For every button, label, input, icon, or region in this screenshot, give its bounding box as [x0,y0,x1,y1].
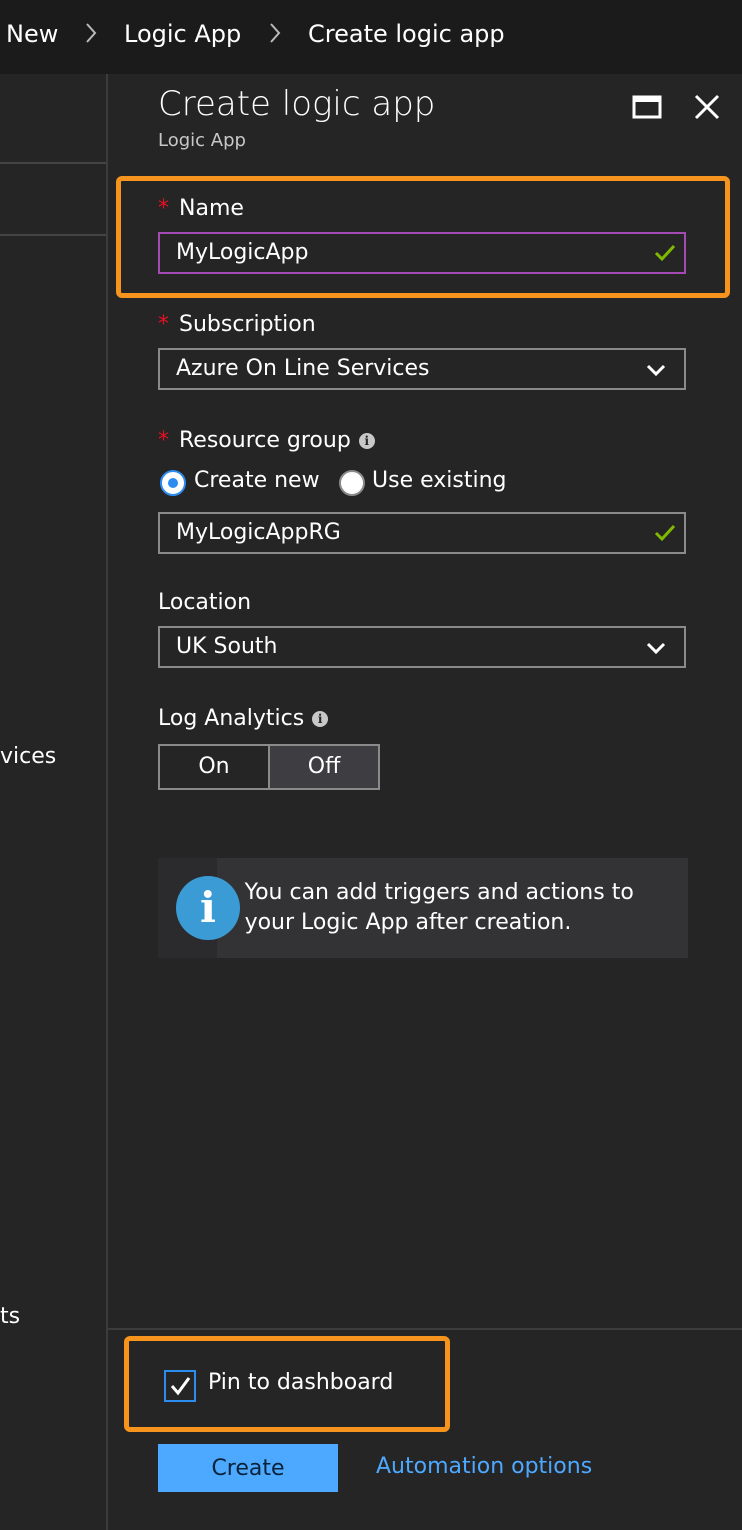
radio-create-new-label[interactable]: Create new [194,468,320,493]
blade-title: Create logic app [158,84,436,124]
info-icon-container: i [158,858,240,958]
automation-options-link[interactable]: Automation options [376,1454,592,1479]
radio-use-existing[interactable] [339,470,365,496]
name-input-value: MyLogicApp [176,240,309,265]
checkmark-icon [170,1377,191,1396]
info-icon[interactable]: i [358,433,375,449]
resource-group-input-value: MyLogicAppRG [176,520,341,545]
subscription-select[interactable]: Azure On Line Services [158,348,686,390]
location-label: Location [158,590,252,615]
previous-blade: vices ts [0,74,108,1530]
previous-blade-item[interactable]: ts [0,1304,20,1329]
footer-divider [108,1328,742,1330]
checkmark-icon [654,524,676,542]
location-select[interactable]: UK South [158,626,686,668]
subscription-label: * Subscription [158,312,316,337]
divider [0,162,106,164]
maximize-icon[interactable] [632,92,662,122]
subscription-selected-value: Azure On Line Services [176,356,430,381]
previous-blade-item[interactable]: vices [0,744,56,769]
info-icon: i [176,876,240,940]
chevron-down-icon [646,642,666,655]
create-logic-app-blade: Create logic app Logic App * Name MyLogic… [108,74,742,1530]
resource-group-label: * Resource group i [158,428,375,453]
breadcrumb: New Logic App Create logic app [0,0,742,74]
log-analytics-on-button[interactable]: On [160,746,270,788]
breadcrumb-item-new[interactable]: New [6,20,58,48]
required-marker: * [158,196,169,221]
name-input[interactable]: MyLogicApp [158,232,686,274]
pin-to-dashboard-checkbox[interactable] [164,1370,196,1402]
resource-group-input[interactable]: MyLogicAppRG [158,512,686,554]
info-message-text: You can add triggers and actions to your… [244,880,634,935]
name-label: * Name [158,196,244,221]
log-analytics-off-button[interactable]: Off [270,746,378,788]
blade-subtitle: Logic App [158,130,246,151]
info-icon[interactable]: i [312,711,329,727]
required-marker: * [158,312,169,337]
radio-create-new[interactable] [160,470,186,496]
log-analytics-label: Log Analytics i [158,706,329,731]
required-marker: * [158,428,169,453]
divider [0,234,106,236]
close-icon[interactable] [692,92,722,122]
checkmark-icon [654,244,676,262]
radio-use-existing-label[interactable]: Use existing [372,468,506,493]
location-selected-value: UK South [176,634,278,659]
breadcrumb-item-logic-app[interactable]: Logic App [124,20,241,48]
chevron-right-icon [86,23,97,43]
pin-to-dashboard-label[interactable]: Pin to dashboard [208,1370,393,1395]
breadcrumb-item-create-logic-app[interactable]: Create logic app [308,20,505,48]
info-message: i You can add triggers and actions to yo… [158,858,688,958]
create-button[interactable]: Create [158,1444,338,1492]
log-analytics-toggle: On Off [158,744,380,790]
chevron-down-icon [646,364,666,377]
chevron-right-icon [270,23,281,43]
